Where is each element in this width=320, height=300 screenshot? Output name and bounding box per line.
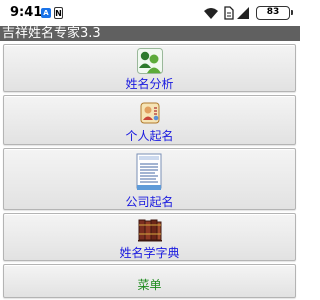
two-people-icon	[136, 48, 163, 74]
document-icon	[136, 153, 161, 190]
wifi-icon	[204, 8, 218, 19]
notification-app-icon: A	[41, 8, 51, 18]
name-analysis-label: 姓名分析	[125, 77, 174, 91]
menu-button[interactable]: 菜单	[3, 264, 296, 298]
signal-icon	[237, 7, 249, 19]
company-naming-label: 公司起名	[125, 195, 174, 209]
books-icon	[137, 219, 162, 242]
battery-indicator: 83	[256, 6, 293, 20]
menu-label: 菜单	[137, 278, 162, 292]
name-analysis-button[interactable]: 姓名分析	[3, 44, 296, 92]
sim-icon	[224, 6, 234, 20]
status-time: 9:41	[10, 5, 43, 20]
person-scroll-icon	[140, 102, 159, 124]
status-bar: 9:41 A N 83	[0, 0, 300, 26]
personal-naming-button[interactable]: 个人起名	[3, 95, 296, 145]
name-dictionary-button[interactable]: 姓名学字典	[3, 213, 296, 261]
company-naming-button[interactable]: 公司起名	[3, 148, 296, 210]
app-title: 吉祥姓名专家3.3	[2, 26, 101, 41]
personal-naming-label: 个人起名	[125, 129, 174, 143]
nfc-icon: N	[54, 7, 63, 19]
name-dictionary-label: 姓名学字典	[119, 246, 180, 260]
title-bar: 吉祥姓名专家3.3	[0, 26, 300, 41]
